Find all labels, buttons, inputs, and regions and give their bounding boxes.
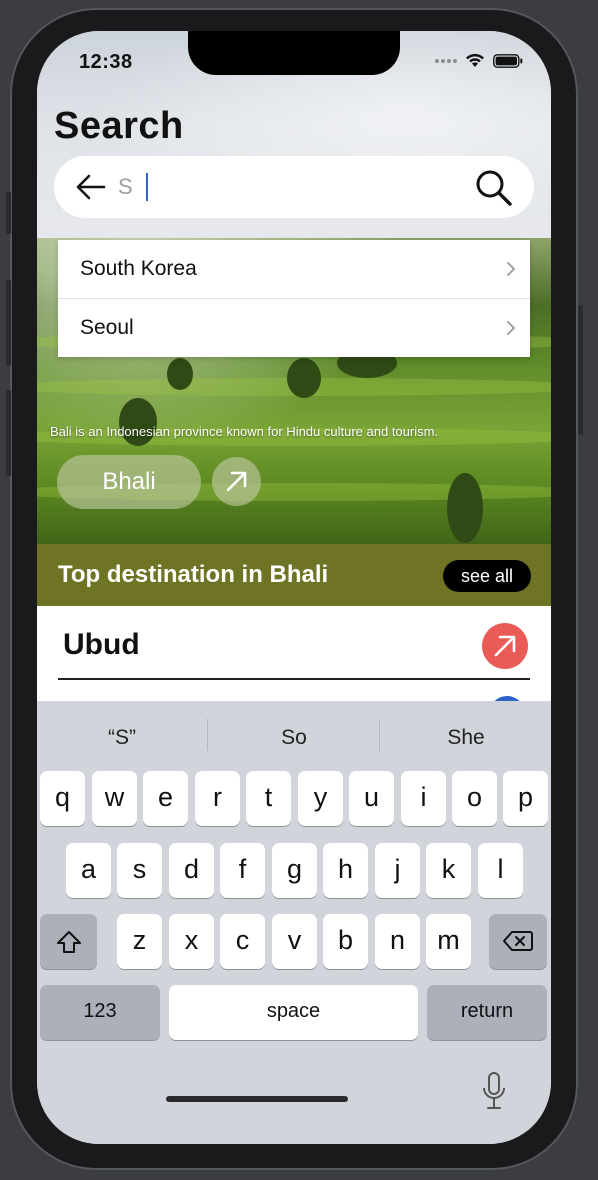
volume-up-button xyxy=(6,280,11,366)
microphone-icon[interactable] xyxy=(481,1071,507,1111)
keyboard-suggestion[interactable]: So xyxy=(209,718,379,758)
open-destination-button[interactable] xyxy=(212,457,261,506)
search-icon[interactable] xyxy=(474,168,514,208)
key-f[interactable]: f xyxy=(220,843,265,898)
key-c[interactable]: c xyxy=(220,914,265,969)
home-indicator[interactable] xyxy=(166,1096,348,1102)
shift-icon xyxy=(56,931,81,953)
key-s[interactable]: s xyxy=(117,843,162,898)
destination-button[interactable]: Bhali xyxy=(57,455,201,509)
hero-description: Bali is an Indonesian province known for… xyxy=(50,424,439,439)
return-key[interactable]: return xyxy=(427,985,547,1040)
key-l[interactable]: l xyxy=(478,843,523,898)
suggestion-label: South Korea xyxy=(80,257,197,280)
key-q[interactable]: q xyxy=(40,771,85,826)
key-n[interactable]: n xyxy=(375,914,420,969)
chevron-right-icon xyxy=(507,321,515,335)
side-button xyxy=(6,192,11,234)
notch xyxy=(188,31,400,75)
divider xyxy=(58,678,530,680)
cellular-signal-icon xyxy=(435,58,457,63)
key-b[interactable]: b xyxy=(323,914,368,969)
space-key[interactable]: space xyxy=(169,985,418,1040)
battery-icon xyxy=(493,53,523,68)
key-e[interactable]: e xyxy=(143,771,188,826)
search-input[interactable] xyxy=(118,170,448,204)
search-bar[interactable] xyxy=(54,156,534,218)
suggestion-divider xyxy=(207,719,208,751)
key-m[interactable]: m xyxy=(426,914,471,969)
key-x[interactable]: x xyxy=(169,914,214,969)
arrow-up-right-icon xyxy=(494,635,516,657)
search-suggestions: South Korea Seoul xyxy=(58,240,530,357)
suggestion-divider xyxy=(379,719,380,751)
keyboard: “S” So She q w e r t y u i o p a s d f g… xyxy=(37,701,551,1144)
text-caret xyxy=(146,173,148,201)
key-k[interactable]: k xyxy=(426,843,471,898)
power-button xyxy=(578,305,583,435)
key-y[interactable]: y xyxy=(298,771,343,826)
shift-key[interactable] xyxy=(40,914,97,969)
destination-list: Ubud xyxy=(37,606,551,732)
suggestion-item[interactable]: South Korea xyxy=(58,240,530,298)
key-h[interactable]: h xyxy=(323,843,368,898)
chevron-right-icon xyxy=(507,262,515,276)
key-v[interactable]: v xyxy=(272,914,317,969)
page-title: Search xyxy=(54,105,184,147)
delete-key[interactable] xyxy=(489,914,547,969)
key-p[interactable]: p xyxy=(503,771,548,826)
key-t[interactable]: t xyxy=(246,771,291,826)
status-time: 12:38 xyxy=(79,51,133,73)
keyboard-suggestion[interactable]: She xyxy=(381,718,551,758)
arrow-up-right-icon xyxy=(226,471,247,492)
top-destinations-header: Top destination in Bhali see all xyxy=(37,544,551,606)
section-title: Top destination in Bhali xyxy=(58,561,329,588)
key-g[interactable]: g xyxy=(272,843,317,898)
see-all-button[interactable]: see all xyxy=(443,560,531,592)
status-icons xyxy=(435,53,523,68)
screen: 12:38 Search S Bali is an Indonesian pro… xyxy=(37,31,551,1144)
backspace-icon xyxy=(503,931,533,951)
keyboard-suggestion[interactable]: “S” xyxy=(37,718,207,758)
key-i[interactable]: i xyxy=(401,771,446,826)
volume-down-button xyxy=(6,390,11,476)
back-arrow-icon[interactable] xyxy=(76,173,106,201)
key-z[interactable]: z xyxy=(117,914,162,969)
key-d[interactable]: d xyxy=(169,843,214,898)
numbers-key[interactable]: 123 xyxy=(40,985,160,1040)
key-o[interactable]: o xyxy=(452,771,497,826)
wifi-icon xyxy=(466,53,484,67)
suggestion-item[interactable]: Seoul xyxy=(58,298,530,357)
key-a[interactable]: a xyxy=(66,843,111,898)
suggestion-label: Seoul xyxy=(80,316,134,339)
key-u[interactable]: u xyxy=(349,771,394,826)
destination-open-button[interactable] xyxy=(482,623,528,669)
key-w[interactable]: w xyxy=(92,771,137,826)
key-r[interactable]: r xyxy=(195,771,240,826)
key-j[interactable]: j xyxy=(375,843,420,898)
destination-name[interactable]: Ubud xyxy=(63,628,140,662)
